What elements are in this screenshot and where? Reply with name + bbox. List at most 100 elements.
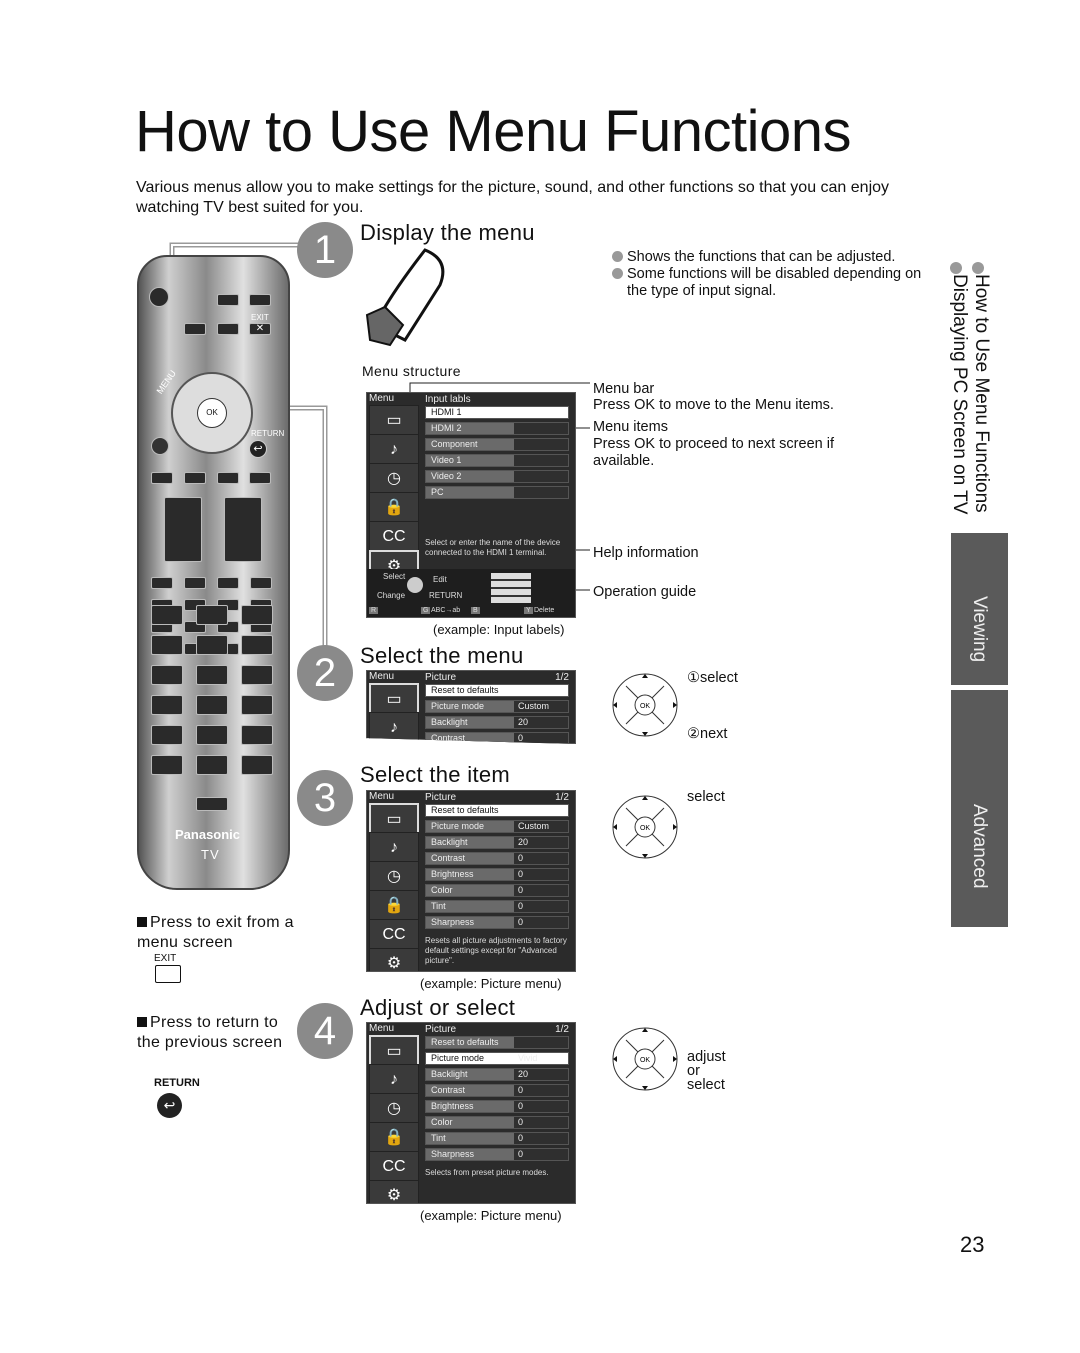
exit-note-label: EXIT (154, 953, 177, 964)
menu-item[interactable]: Color 0 (425, 1116, 569, 1129)
remote-button[interactable] (250, 577, 272, 589)
sound-icon[interactable]: ♪ (369, 832, 419, 863)
remote-button[interactable] (184, 323, 206, 335)
step-4-title: Adjust or select (360, 995, 516, 1020)
menu-item[interactable]: Backlight 20 (425, 1068, 569, 1081)
picture-icon[interactable]: ▭ (369, 1035, 419, 1066)
cc-icon[interactable]: CC (369, 1151, 419, 1182)
remote-button[interactable] (217, 472, 239, 484)
menu-item[interactable]: Picture mode Custom (425, 820, 569, 833)
picture-icon[interactable]: ▭ (369, 683, 419, 714)
remote-button[interactable] (151, 577, 173, 589)
menu-item[interactable]: Sharpness 0 (425, 1148, 569, 1161)
menu-bar-label: Menu (369, 671, 395, 682)
channel-rocker[interactable] (224, 497, 262, 562)
sound-icon[interactable]: ♪ (369, 1064, 419, 1095)
number-button[interactable] (151, 665, 183, 685)
operation-guide: Select Change Edit RETURN R G ABC→ab B Y… (367, 569, 575, 617)
menu-item[interactable]: Tint 0 (425, 1132, 569, 1145)
remote-button[interactable] (217, 294, 239, 306)
next-label: ②next (687, 726, 728, 742)
menu-item[interactable]: Video 2 (425, 470, 569, 483)
menu-item[interactable]: Picture mode Custom (425, 700, 569, 713)
remote-button[interactable] (151, 437, 169, 455)
tab-advanced[interactable]: Advanced (951, 690, 1008, 927)
menu-bar-label: Menu (369, 791, 395, 802)
sidebar-item-displaying-pc[interactable]: Displaying PC Screen on TV (948, 262, 970, 532)
number-button[interactable] (151, 605, 183, 625)
setup-icon[interactable]: ⚙ (369, 948, 419, 971)
menu-item[interactable]: HDMI 1 (425, 406, 569, 419)
lock-icon[interactable]: 🔒 (369, 1122, 419, 1153)
number-button[interactable] (196, 797, 228, 811)
timer-icon[interactable]: ◷ (369, 463, 419, 494)
step-4-number: 4 (297, 1003, 353, 1059)
number-button[interactable] (196, 695, 228, 715)
menu-item[interactable]: Contrast 0 (425, 852, 569, 865)
lock-icon[interactable]: 🔒 (369, 492, 419, 523)
menu-title: Picture 1/2 (425, 1024, 569, 1035)
dpad-icon (407, 577, 423, 593)
menu-item[interactable]: Brightness 0 (425, 868, 569, 881)
remote-button[interactable] (249, 294, 271, 306)
remote-button[interactable] (249, 472, 271, 484)
remote-button[interactable] (184, 472, 206, 484)
step1-notes: Shows the functions that can be adjusted… (612, 249, 932, 300)
number-button[interactable] (241, 755, 273, 775)
menu-item[interactable]: Brightness 0 (425, 1100, 569, 1113)
sound-icon[interactable]: ♪ (369, 712, 419, 743)
number-button[interactable] (196, 755, 228, 775)
number-button[interactable] (241, 725, 273, 745)
menu-item[interactable]: Sharpness 0 (425, 916, 569, 929)
timer-icon[interactable]: ◷ (369, 861, 419, 892)
remote-button[interactable] (151, 472, 173, 484)
sidebar-item-how-to-use-menu[interactable]: How to Use Menu Functions (970, 262, 992, 532)
cc-icon[interactable]: CC (369, 521, 419, 552)
brand-logo: Panasonic (175, 827, 241, 842)
menu-item[interactable]: Video 1 (425, 454, 569, 467)
menu-item[interactable]: Component (425, 438, 569, 451)
remote-button[interactable] (184, 577, 206, 589)
number-button[interactable] (196, 635, 228, 655)
sound-icon[interactable]: ♪ (369, 434, 419, 465)
menu-item[interactable]: Backlight 20 (425, 836, 569, 849)
menu-item[interactable]: Reset to defaults (425, 804, 569, 817)
menu-item[interactable]: Color 0 (425, 884, 569, 897)
ok-button[interactable]: OK (197, 398, 227, 428)
number-button[interactable] (196, 605, 228, 625)
number-button[interactable] (241, 605, 273, 625)
picture-icon[interactable]: ▭ (369, 405, 419, 436)
number-button[interactable] (151, 635, 183, 655)
timer-icon[interactable]: ◷ (369, 1093, 419, 1124)
power-button[interactable] (149, 287, 169, 307)
number-button[interactable] (196, 725, 228, 745)
volume-rocker[interactable] (164, 497, 202, 562)
number-button[interactable] (241, 635, 273, 655)
tab-viewing[interactable]: Viewing (951, 533, 1008, 685)
exit-button[interactable]: ✕ (249, 323, 271, 335)
menu-item[interactable]: Tint 0 (425, 900, 569, 913)
menu-item[interactable]: Picture mode Vivid (425, 1052, 569, 1065)
cc-icon[interactable]: CC (369, 919, 419, 950)
menu-item[interactable]: Reset to defaults (425, 684, 569, 697)
number-button[interactable] (151, 725, 183, 745)
number-button[interactable] (151, 695, 183, 715)
menu-item[interactable]: Backlight 20 (425, 716, 569, 729)
menu-item[interactable]: Reset to defaults (425, 1036, 569, 1049)
remote-button[interactable] (217, 323, 239, 335)
setup-icon[interactable]: ⚙ (369, 1180, 419, 1203)
number-button[interactable] (196, 665, 228, 685)
remote-button[interactable] (217, 577, 239, 589)
number-button[interactable] (241, 665, 273, 685)
lock-icon[interactable]: 🔒 (369, 890, 419, 921)
tv-label: TV (201, 847, 220, 862)
return-button[interactable]: ↩ (249, 440, 267, 458)
number-button[interactable] (241, 695, 273, 715)
menu-item[interactable]: PC (425, 486, 569, 499)
menu-item[interactable]: Contrast 0 (425, 1084, 569, 1097)
dpad[interactable]: OK (171, 372, 253, 454)
picture-icon[interactable]: ▭ (369, 803, 419, 834)
number-button[interactable] (151, 755, 183, 775)
step-3-number: 3 (297, 770, 353, 826)
menu-item[interactable]: HDMI 2 (425, 422, 569, 435)
